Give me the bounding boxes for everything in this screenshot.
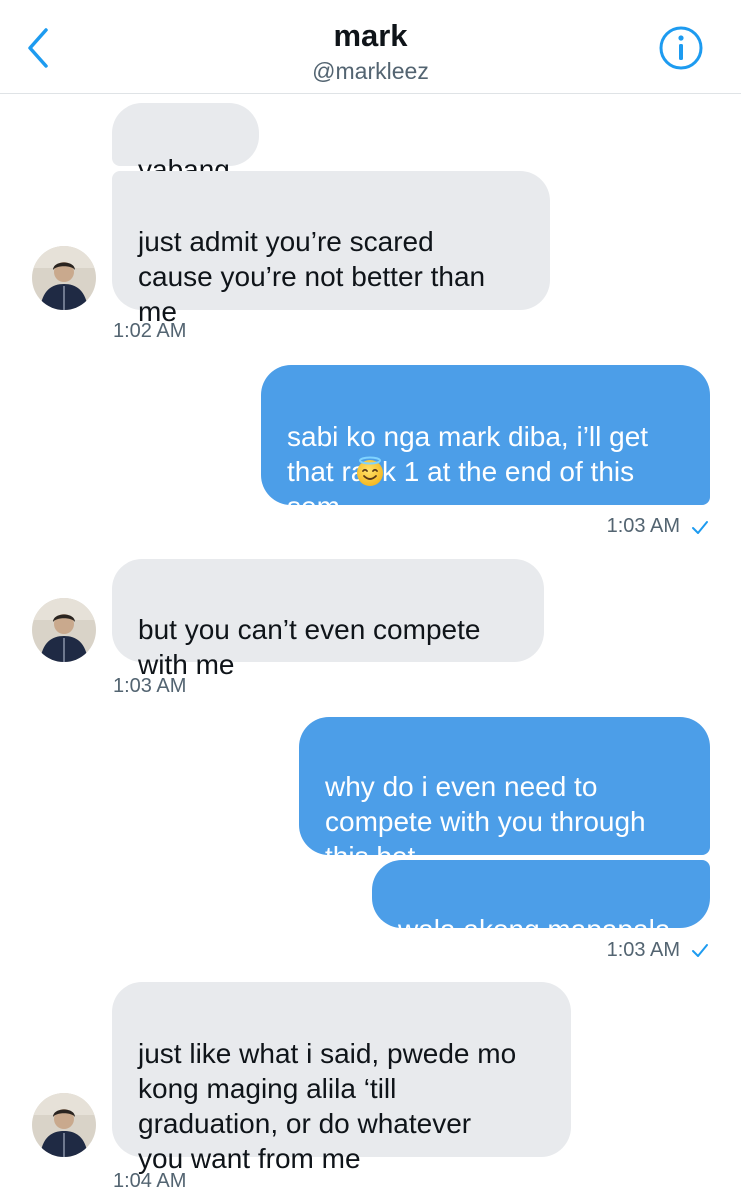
info-button[interactable] [658,25,704,71]
conversation-title[interactable]: mark [0,18,741,54]
message-text: why do i even need to compete with you t… [325,771,646,872]
message-text: just admit you’re scared cause you’re no… [138,226,486,327]
avatar[interactable] [32,246,96,310]
message-timestamp: 1:03 AM [606,939,680,961]
profile-photo [32,246,96,310]
message-bubble-outgoing[interactable]: sabi ko nga mark diba, i’ll get that ran… [261,365,710,522]
message-timestamp: 1:03 AM [113,675,187,697]
message-bubble-incoming[interactable]: just admit you’re scared cause you’re no… [112,171,550,327]
message-bubble-incoming[interactable]: yabang [112,103,259,185]
message-timestamp: 1:02 AM [113,320,187,342]
profile-photo [32,1093,96,1157]
profile-photo [32,598,96,662]
check-icon [692,944,708,957]
smiling-face-with-halo-emoji [357,456,383,486]
info-circle-icon [659,26,703,70]
avatar[interactable] [32,598,96,662]
message-text: sabi ko nga mark diba, i’ll get that ran… [287,421,649,522]
message-bubble-incoming[interactable]: but you can’t even compete with me [112,559,544,680]
avatar[interactable] [32,1093,96,1157]
message-bubble-outgoing[interactable]: wala akong mapapala [372,860,710,945]
message-bubble-incoming[interactable]: just like what i said, pwede mo kong mag… [112,982,571,1174]
check-icon [692,521,708,534]
message-timestamp: 1:04 AM [113,1170,187,1192]
message-bubble-outgoing[interactable]: why do i even need to compete with you t… [299,717,710,872]
message-text: but you can’t even compete with me [138,614,481,680]
conversation-header: mark @markleez [0,0,741,94]
message-timestamp: 1:03 AM [606,515,680,537]
message-text: just like what i said, pwede mo kong mag… [138,1038,517,1174]
conversation-handle: @markleez [312,58,429,84]
